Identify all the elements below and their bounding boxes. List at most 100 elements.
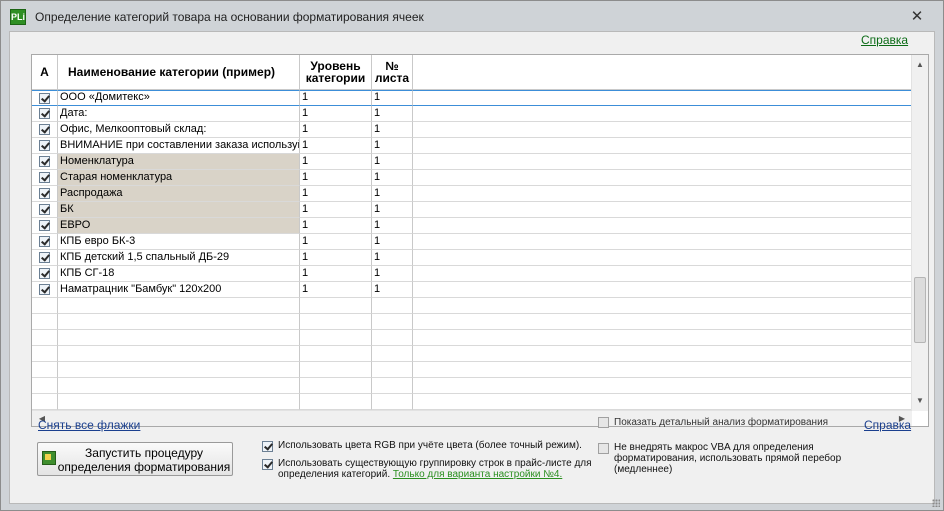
category-level-cell[interactable]: 1 [300, 282, 372, 298]
row-checkbox[interactable] [39, 172, 50, 183]
variant-4-link[interactable]: Только для варианта настройки №4. [393, 469, 562, 480]
category-name-cell[interactable]: Номенклатура [58, 154, 300, 170]
row-check-cell[interactable] [32, 106, 58, 122]
category-name-cell[interactable]: ВНИМАНИЕ при составлении заказа использу… [58, 138, 300, 154]
category-name-cell[interactable]: КПБ евро БК-3 [58, 234, 300, 250]
sheet-number-cell[interactable]: 1 [372, 138, 413, 154]
table-row[interactable]: ЕВРО 1 1 [32, 218, 912, 234]
table-row[interactable]: Офис, Мелкооптовый склад: 1 1 [32, 122, 912, 138]
category-name-cell[interactable]: КПБ детский 1,5 спальный ДБ-29 [58, 250, 300, 266]
row-check-cell[interactable] [32, 202, 58, 218]
no-vba-checkbox[interactable] [598, 443, 609, 454]
table-row[interactable]: Распродажа 1 1 [32, 186, 912, 202]
no-vba-option[interactable]: Не внедрять макрос VBA для определения ф… [598, 442, 898, 475]
table-row[interactable]: Наматрацник "Бамбук" 120х200 1 1 [32, 282, 912, 298]
row-checkbox[interactable] [39, 236, 50, 247]
use-rgb-checkbox[interactable] [262, 441, 273, 452]
use-grouping-checkbox[interactable] [262, 459, 273, 470]
column-header-name[interactable]: Наименование категории (пример) [58, 55, 300, 90]
category-level-cell[interactable]: 1 [300, 106, 372, 122]
title-bar[interactable]: PLi Определение категорий товара на осно… [1, 1, 943, 32]
table-row[interactable]: КПБ детский 1,5 спальный ДБ-29 1 1 [32, 250, 912, 266]
sheet-number-cell[interactable]: 1 [372, 122, 413, 138]
sheet-number-cell[interactable]: 1 [372, 282, 413, 298]
uncheck-all-link[interactable]: Снять все флажки [38, 418, 140, 432]
row-check-cell[interactable] [32, 122, 58, 138]
sheet-number-cell[interactable]: 1 [372, 170, 413, 186]
row-checkbox[interactable] [39, 252, 50, 263]
close-icon[interactable]: ✕ [905, 7, 929, 27]
use-rgb-option[interactable]: Использовать цвета RGB при учёте цвета (… [262, 440, 582, 452]
help-link-top[interactable]: Справка [861, 33, 908, 47]
category-name-cell[interactable]: Старая номенклатура [58, 170, 300, 186]
row-checkbox[interactable] [39, 268, 50, 279]
vertical-scrollbar[interactable]: ▲ ▼ [911, 55, 928, 411]
sheet-number-cell[interactable]: 1 [372, 266, 413, 282]
category-level-cell[interactable]: 1 [300, 250, 372, 266]
row-check-cell[interactable] [32, 218, 58, 234]
column-header-check[interactable]: A [32, 55, 58, 90]
table-row[interactable]: КПБ евро БК-3 1 1 [32, 234, 912, 250]
category-level-cell[interactable]: 1 [300, 234, 372, 250]
row-checkbox[interactable] [39, 93, 50, 104]
category-level-cell[interactable]: 1 [300, 122, 372, 138]
row-checkbox[interactable] [39, 284, 50, 295]
scroll-down-icon[interactable]: ▼ [912, 393, 928, 409]
row-check-cell[interactable] [32, 90, 58, 106]
category-name-cell[interactable]: Дата: [58, 106, 300, 122]
category-name-cell[interactable]: БК [58, 202, 300, 218]
show-analysis-option[interactable]: Показать детальный анализ форматирования [598, 417, 828, 428]
category-level-cell[interactable]: 1 [300, 186, 372, 202]
show-analysis-checkbox[interactable] [598, 417, 609, 428]
row-check-cell[interactable] [32, 282, 58, 298]
category-name-cell[interactable]: ООО «Домитекс» [58, 90, 300, 106]
category-level-cell[interactable]: 1 [300, 266, 372, 282]
category-name-cell[interactable]: КПБ СГ-18 [58, 266, 300, 282]
column-header-sheet[interactable]: № листа [372, 55, 413, 90]
category-name-cell[interactable]: Офис, Мелкооптовый склад: [58, 122, 300, 138]
row-checkbox[interactable] [39, 124, 50, 135]
category-level-cell[interactable]: 1 [300, 218, 372, 234]
row-check-cell[interactable] [32, 186, 58, 202]
column-header-level[interactable]: Уровень категории [300, 55, 372, 90]
category-level-cell[interactable]: 1 [300, 202, 372, 218]
table-row[interactable]: ВНИМАНИЕ при составлении заказа использу… [32, 138, 912, 154]
row-check-cell[interactable] [32, 250, 58, 266]
table-row[interactable]: КПБ СГ-18 1 1 [32, 266, 912, 282]
table-row[interactable]: ООО «Домитекс» 1 1 [32, 90, 912, 106]
category-name-cell[interactable]: Распродажа [58, 186, 300, 202]
table-row[interactable]: Старая номенклатура 1 1 [32, 170, 912, 186]
category-level-cell[interactable]: 1 [300, 170, 372, 186]
row-check-cell[interactable] [32, 234, 58, 250]
sheet-number-cell[interactable]: 1 [372, 154, 413, 170]
row-checkbox[interactable] [39, 156, 50, 167]
row-check-cell[interactable] [32, 138, 58, 154]
use-grouping-option[interactable]: Использовать существующую группировку ст… [262, 458, 592, 480]
vertical-scroll-thumb[interactable] [914, 277, 926, 343]
row-checkbox[interactable] [39, 220, 50, 231]
help-link-bottom[interactable]: Справка [864, 418, 911, 432]
category-level-cell[interactable]: 1 [300, 138, 372, 154]
sheet-number-cell[interactable]: 1 [372, 202, 413, 218]
row-check-cell[interactable] [32, 170, 58, 186]
table-row[interactable]: Дата: 1 1 [32, 106, 912, 122]
sheet-number-cell[interactable]: 1 [372, 234, 413, 250]
sheet-number-cell[interactable]: 1 [372, 90, 413, 106]
row-checkbox[interactable] [39, 204, 50, 215]
row-checkbox[interactable] [39, 108, 50, 119]
table-row[interactable]: БК 1 1 [32, 202, 912, 218]
sheet-number-cell[interactable]: 1 [372, 186, 413, 202]
resize-grip-icon[interactable] [932, 499, 940, 507]
sheet-number-cell[interactable]: 1 [372, 218, 413, 234]
category-level-cell[interactable]: 1 [300, 90, 372, 106]
category-name-cell[interactable]: Наматрацник "Бамбук" 120х200 [58, 282, 300, 298]
category-level-cell[interactable]: 1 [300, 154, 372, 170]
table-row[interactable]: Номенклатура 1 1 [32, 154, 912, 170]
sheet-number-cell[interactable]: 1 [372, 250, 413, 266]
category-name-cell[interactable]: ЕВРО [58, 218, 300, 234]
row-checkbox[interactable] [39, 140, 50, 151]
row-check-cell[interactable] [32, 154, 58, 170]
row-check-cell[interactable] [32, 266, 58, 282]
scroll-up-icon[interactable]: ▲ [912, 57, 928, 73]
row-checkbox[interactable] [39, 188, 50, 199]
